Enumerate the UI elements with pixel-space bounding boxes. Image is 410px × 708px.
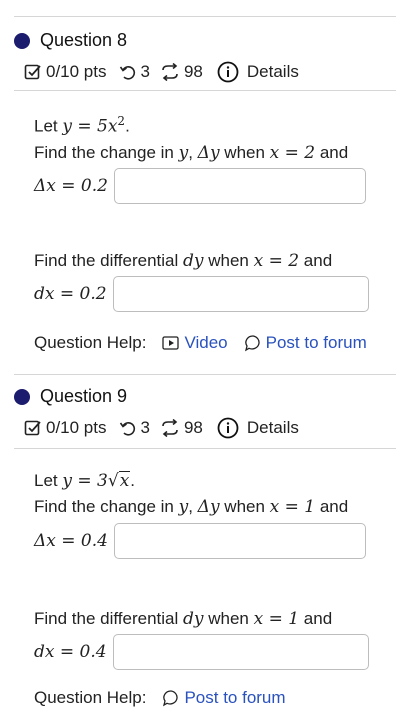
- undo-icon: [119, 63, 137, 81]
- prompt-text: Find the change in: [34, 143, 179, 162]
- period: .: [130, 471, 136, 490]
- details-link[interactable]: Details: [247, 62, 299, 82]
- prompt-text: ,: [188, 143, 198, 162]
- prompt-text: Find the differential: [34, 609, 183, 628]
- math-delta-x: Δx = 0.4: [34, 530, 108, 551]
- retries-count: 98: [183, 62, 203, 81]
- let-text: Let: [34, 116, 63, 136]
- retry-icon: [160, 419, 180, 437]
- details-link[interactable]: Details: [247, 418, 299, 438]
- question-title: Question 9: [40, 386, 128, 406]
- answer-input[interactable]: [112, 634, 369, 671]
- prompt-text: when: [219, 497, 270, 517]
- math-x-value: x = 1: [269, 497, 316, 518]
- points-text: 0/10 pts: [46, 62, 107, 81]
- prompt-text: and: [299, 609, 333, 628]
- question-8-part-1: Let y = 5x2. Find the change in y, Δy wh…: [34, 112, 380, 205]
- question-9-part-1: Let y = 3√x. Find the change in y, Δy wh…: [34, 468, 380, 559]
- prompt-text: when: [219, 143, 270, 162]
- prompt-text: and: [315, 143, 349, 162]
- video-icon: [162, 335, 180, 351]
- undo-icon: [119, 419, 137, 437]
- section-divider: [14, 374, 396, 375]
- prompt-text: and: [299, 251, 333, 270]
- period: .: [125, 116, 130, 136]
- question-status-dot: [14, 388, 30, 405]
- attempts-count: 3: [140, 62, 150, 81]
- prompt-text: when: [203, 609, 254, 628]
- radicand: x: [118, 471, 131, 491]
- question-9-title-row: Question 9: [14, 386, 299, 407]
- prompt-text: ,: [188, 497, 198, 517]
- post-to-forum-link[interactable]: Post to forum: [244, 333, 367, 353]
- answer-row: Δx = 0.4: [34, 522, 380, 559]
- math-x-value: x = 1: [253, 609, 300, 629]
- problem-statement: Let y = 5x2.: [34, 112, 380, 140]
- sqrt-sign: √: [107, 471, 119, 491]
- prompt-text: Find the change in: [34, 497, 179, 517]
- prompt-line: Find the differential dy when x = 1 and: [34, 606, 380, 632]
- math-dx: dx = 0.2: [34, 284, 107, 305]
- answer-row: dx = 0.4: [34, 634, 380, 671]
- forum-label: Post to forum: [265, 333, 367, 352]
- video-link[interactable]: Video: [162, 333, 228, 353]
- checkbox-icon: [24, 419, 42, 437]
- prompt-text: Find the differential: [34, 251, 183, 270]
- prompt-line: Find the differential dy when x = 2 and: [34, 248, 380, 274]
- question-8-header: Question 8 0/10 pts 3 98 Details: [14, 30, 299, 83]
- info-icon[interactable]: [217, 61, 239, 83]
- post-to-forum-link[interactable]: Post to forum: [162, 688, 286, 708]
- question-9-part-2: Find the differential dy when x = 1 and …: [34, 606, 380, 671]
- prompt-text: when: [203, 251, 254, 270]
- comment-icon: [162, 689, 180, 707]
- question-8-divider: [14, 90, 396, 91]
- question-help: Question Help: Post to forum: [34, 688, 286, 708]
- question-9-divider: [14, 448, 396, 449]
- question-meta: 0/10 pts 3 98 Details: [24, 61, 299, 83]
- help-label: Question Help:: [34, 688, 147, 707]
- exponent: 2: [117, 114, 126, 128]
- let-text: Let: [34, 471, 63, 490]
- math-y: y: [178, 143, 189, 163]
- math-dy: dy: [183, 609, 204, 629]
- checkbox-icon: [24, 63, 42, 81]
- answer-input[interactable]: [112, 276, 369, 313]
- retries-count: 98: [183, 418, 203, 437]
- math-y: y: [178, 497, 189, 518]
- question-8-title-row: Question 8: [14, 30, 299, 51]
- prompt-text: and: [315, 497, 349, 517]
- math-x-value: x = 2: [269, 143, 316, 163]
- problem-statement: Let y = 3√x.: [34, 468, 380, 494]
- attempts-count: 3: [140, 418, 150, 437]
- prompt-line: Find the change in y, Δy when x = 2 and: [34, 140, 380, 166]
- function-expression: y = 5x: [62, 116, 118, 137]
- answer-row: Δx = 0.2: [34, 168, 380, 205]
- answer-row: dx = 0.2: [34, 276, 380, 313]
- info-icon[interactable]: [217, 417, 239, 439]
- retry-icon: [160, 63, 180, 81]
- math-delta-x: Δx = 0.2: [34, 176, 108, 197]
- prompt-line: Find the change in y, Δy when x = 1 and: [34, 494, 380, 520]
- question-status-dot: [14, 32, 30, 49]
- top-divider: [14, 16, 396, 17]
- math-dx: dx = 0.4: [34, 642, 107, 663]
- question-help: Question Help: Video Post to forum: [34, 333, 367, 353]
- math-x-value: x = 2: [253, 251, 300, 271]
- comment-icon: [244, 334, 262, 352]
- question-title: Question 8: [40, 30, 128, 50]
- points-text: 0/10 pts: [46, 418, 107, 437]
- math-delta-y: Δy: [197, 143, 220, 163]
- function-expression: y = 3: [62, 471, 108, 491]
- question-9-header: Question 9 0/10 pts 3 98 Details: [14, 386, 299, 439]
- forum-label: Post to forum: [184, 688, 286, 707]
- question-meta: 0/10 pts 3 98 Details: [24, 417, 299, 439]
- help-label: Question Help:: [34, 333, 147, 352]
- math-delta-y: Δy: [197, 497, 220, 518]
- question-8-part-2: Find the differential dy when x = 2 and …: [34, 248, 380, 313]
- video-label: Video: [184, 333, 228, 352]
- answer-input[interactable]: [113, 522, 366, 559]
- math-dy: dy: [183, 251, 204, 271]
- answer-input[interactable]: [113, 168, 366, 205]
